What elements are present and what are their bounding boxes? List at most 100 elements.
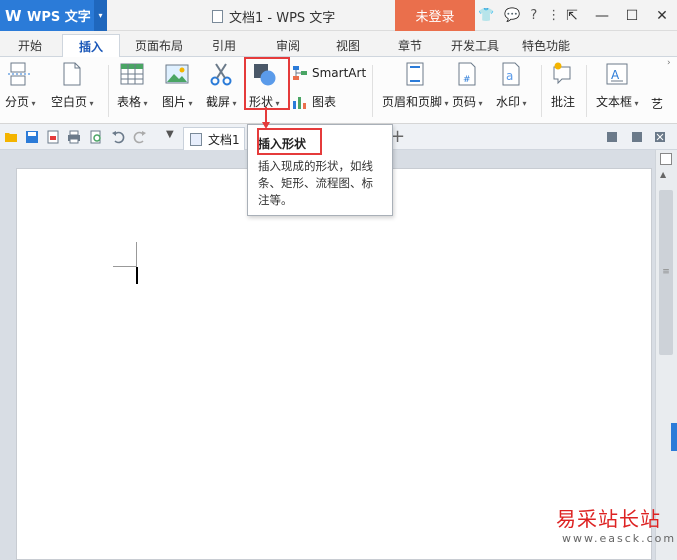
blank-page-icon — [63, 62, 81, 86]
screenshot-button[interactable]: 截屏 — [206, 61, 237, 110]
tooltip-body: 插入现成的形状，如线条、矩形、流程图、标注等。 — [258, 159, 373, 207]
close-panel-icon[interactable] — [653, 130, 667, 144]
app-name: WPS 文字 — [27, 10, 91, 25]
tab-developer[interactable]: 开发工具 — [444, 34, 506, 57]
page-break-label: 分页 — [5, 93, 36, 110]
comment-icon — [553, 62, 571, 85]
page-number-label: 页码 — [452, 93, 483, 110]
ribbon-divider — [372, 65, 373, 117]
undo-icon[interactable] — [111, 130, 125, 144]
svg-text:a: a — [506, 69, 513, 83]
title-bar: W WPS 文字 ▾ 文档1 - WPS 文字 未登录 👕 💬 ? ⋮ ⇱ — … — [0, 0, 677, 31]
blank-page-button[interactable]: 空白页 — [51, 61, 94, 110]
ribbon-scroll-up-icon[interactable]: › — [667, 58, 671, 68]
tab-chapter[interactable]: 章节 — [384, 34, 436, 57]
textbox-label: 文本框 — [596, 93, 639, 110]
smartart-button[interactable]: SmartArt — [292, 65, 366, 81]
text-caret — [136, 267, 138, 284]
ribbon-divider — [586, 65, 587, 117]
split-view-icon[interactable] — [660, 153, 672, 165]
svg-text:A: A — [611, 68, 620, 82]
window-title: 文档1 - WPS 文字 — [212, 7, 335, 26]
shirt-icon[interactable]: 👕 — [478, 8, 494, 23]
page-number-button[interactable]: # 页码 — [452, 61, 483, 110]
window-title-text: 文档1 - WPS 文字 — [229, 11, 336, 26]
tab-home[interactable]: 开始 — [0, 34, 60, 57]
watermark-site-name: 易采站长站 — [556, 507, 661, 531]
app-menu-button[interactable]: W WPS 文字 ▾ — [0, 0, 107, 31]
chat-icon[interactable]: 💬 — [504, 8, 520, 23]
help-icon[interactable]: ? — [530, 8, 537, 23]
print-icon[interactable] — [67, 130, 81, 144]
comment-button[interactable]: 批注 — [550, 61, 576, 110]
save-icon[interactable] — [25, 130, 39, 144]
page-break-button[interactable]: 分页 — [5, 61, 36, 110]
margin-corner-mark — [136, 242, 137, 266]
title-icon-group: 👕 💬 ? ⋮ — [478, 0, 560, 31]
tab-insert[interactable]: 插入 — [62, 34, 120, 57]
document-tab-icon — [190, 132, 202, 146]
header-footer-icon — [406, 62, 424, 86]
red-arrow-icon — [262, 107, 270, 129]
ribbon-tab-bar: 开始 插入 页面布局 引用 审阅 视图 章节 开发工具 特色功能 — [0, 31, 677, 57]
picture-icon — [165, 64, 189, 84]
page-break-icon — [8, 62, 32, 86]
blank-page-label: 空白页 — [51, 93, 94, 110]
watermark-button[interactable]: a 水印 — [496, 61, 527, 110]
document-page[interactable] — [16, 168, 652, 560]
layout-d-icon[interactable] — [605, 130, 619, 144]
wps-logo-icon: W — [5, 6, 22, 25]
wordart-label: 艺 — [651, 97, 664, 111]
header-footer-label: 页眉和页脚 — [382, 93, 449, 110]
open-folder-icon[interactable] — [4, 130, 18, 144]
smartart-icon — [293, 66, 307, 80]
ribbon-divider — [541, 65, 542, 117]
login-button[interactable]: 未登录 — [395, 0, 475, 31]
document-file-icon — [212, 10, 223, 23]
site-watermark: 易采站长站 www.easck.com — [556, 503, 677, 545]
insert-ribbon: 分页 空白页 表格 图片 截屏 形状 SmartArt 图表 页眉和页脚 # 页… — [0, 57, 677, 124]
chart-icon — [293, 96, 306, 109]
wordart-button[interactable]: 艺 — [651, 95, 663, 112]
scrollbar-grip-icon: ≡ — [662, 267, 670, 277]
picture-button[interactable]: 图片 — [162, 61, 193, 110]
close-button[interactable]: ✕ — [647, 8, 677, 24]
maximize-button[interactable]: ☐ — [617, 8, 647, 24]
tab-page-layout[interactable]: 页面布局 — [124, 34, 194, 57]
minimize-button[interactable]: — — [587, 8, 617, 24]
textbox-icon: A — [606, 63, 628, 85]
header-footer-button[interactable]: 页眉和页脚 — [382, 61, 449, 110]
table-button[interactable]: 表格 — [117, 61, 148, 110]
ribbon-divider — [108, 65, 109, 117]
vertical-scrollbar[interactable]: ▲ ≡ — [655, 150, 677, 560]
side-panel-tab[interactable] — [671, 423, 677, 451]
comment-label: 批注 — [550, 95, 575, 109]
tab-view[interactable]: 视图 — [322, 34, 374, 57]
minimize-ribbon-icon[interactable] — [630, 130, 644, 144]
textbox-button[interactable]: A 文本框 — [596, 61, 639, 110]
print-preview-icon[interactable] — [89, 130, 103, 144]
tab-references[interactable]: 引用 — [198, 34, 250, 57]
screenshot-label: 截屏 — [206, 93, 237, 110]
restore-layout-icon[interactable]: ⇱ — [557, 8, 587, 24]
shape-highlight-box — [244, 57, 290, 110]
table-icon — [120, 63, 144, 85]
watermark-site-url: www.easck.com — [562, 532, 677, 545]
document-tab[interactable]: 文档1 — [183, 127, 245, 150]
scroll-up-arrow-icon[interactable]: ▲ — [660, 170, 666, 179]
document-tab-label: 文档1 — [208, 132, 240, 147]
tooltip-title-highlight-box — [257, 128, 322, 155]
quick-toolbar-dropdown-icon[interactable]: ▼ — [166, 129, 174, 140]
export-pdf-icon[interactable] — [46, 130, 60, 144]
app-menu-dropdown-icon[interactable]: ▾ — [94, 0, 107, 31]
chart-button[interactable]: 图表 — [292, 93, 336, 110]
watermark-label: 水印 — [496, 93, 527, 110]
tab-review[interactable]: 审阅 — [262, 34, 314, 57]
tab-special[interactable]: 特色功能 — [514, 34, 578, 57]
watermark-icon: a — [502, 62, 520, 86]
svg-text:#: # — [463, 75, 471, 85]
picture-label: 图片 — [162, 93, 193, 110]
smartart-label: SmartArt — [312, 66, 367, 80]
page-number-icon: # — [458, 62, 476, 86]
redo-icon[interactable] — [133, 130, 147, 144]
